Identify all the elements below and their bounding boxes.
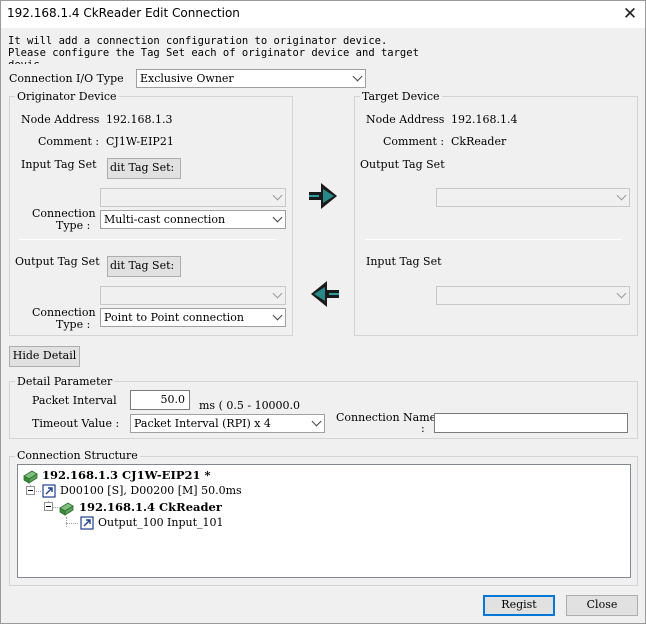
target-output-tag-select[interactable] bbox=[436, 188, 630, 207]
originator-node-address-label: Node Address bbox=[21, 113, 100, 126]
detail-parameter-title: Detail Parameter bbox=[15, 375, 115, 388]
originator-input-tag-select[interactable] bbox=[100, 188, 286, 207]
connection-io-type-select[interactable]: Exclusive Owner bbox=[136, 69, 366, 88]
target-comment-label: Comment : bbox=[383, 135, 445, 148]
originator-divider bbox=[19, 239, 276, 240]
chevron-down-icon bbox=[272, 310, 283, 321]
target-node-address: 192.168.1.4 bbox=[451, 113, 518, 126]
originator-comment: CJ1W-EIP21 bbox=[106, 135, 174, 148]
regist-button[interactable]: Regist bbox=[483, 595, 555, 616]
description-line-3: devic... bbox=[8, 59, 438, 64]
connection-tree[interactable]: 192.168.1.3 CJ1W-EIP21 * D00100 [S], D00… bbox=[17, 464, 631, 578]
output-connection-type-label-2: Type : bbox=[56, 318, 91, 331]
chevron-down-icon bbox=[272, 212, 283, 223]
target-input-tag-set-label: Input Tag Set bbox=[366, 255, 442, 268]
originator-comment-label: Comment : bbox=[38, 135, 100, 148]
originator-output-tag-set-label: Output Tag Set bbox=[15, 255, 100, 268]
target-device-title: Target Device bbox=[360, 90, 442, 103]
originator-input-tag-set-label: Input Tag Set bbox=[21, 158, 97, 171]
timeout-value-select[interactable]: Packet Interval (RPI) x 4 bbox=[130, 414, 325, 433]
chevron-down-icon bbox=[352, 71, 363, 82]
collapse-icon[interactable] bbox=[26, 486, 35, 495]
edit-connection-dialog: 192.168.1.4 CkReader Edit Connection ✕ I… bbox=[0, 0, 646, 624]
originator-node-address: 192.168.1.3 bbox=[106, 113, 173, 126]
connection-structure-title: Connection Structure bbox=[15, 449, 140, 462]
connection-name-input[interactable] bbox=[434, 413, 628, 433]
output-edit-tag-set-button[interactable]: dit Tag Set: bbox=[107, 256, 181, 277]
tree-root-device[interactable]: 192.168.1.3 CJ1W-EIP21 * bbox=[42, 467, 211, 483]
tree-tags[interactable]: Output_100 Input_101 bbox=[98, 515, 224, 531]
connection-name-colon: : bbox=[421, 422, 425, 435]
arrow-left-icon bbox=[311, 281, 339, 307]
target-divider bbox=[365, 239, 622, 240]
tree-target-device[interactable]: 192.168.1.4 CkReader bbox=[79, 499, 222, 515]
target-comment: CkReader bbox=[451, 135, 507, 148]
plc-device-icon bbox=[59, 502, 74, 516]
timeout-value-label: Timeout Value : bbox=[32, 417, 120, 430]
input-edit-tag-set-button[interactable]: dit Tag Set: bbox=[107, 158, 181, 179]
connection-io-type-value: Exclusive Owner bbox=[140, 72, 234, 85]
connection-io-type-label: Connection I/O Type bbox=[9, 72, 124, 85]
target-output-tag-set-label: Output Tag Set bbox=[360, 158, 445, 171]
window-title: 192.168.1.4 CkReader Edit Connection bbox=[7, 6, 240, 20]
connection-icon bbox=[42, 484, 56, 498]
input-connection-type-value: Multi-cast connection bbox=[104, 213, 226, 226]
close-icon[interactable]: ✕ bbox=[617, 3, 643, 25]
timeout-value: Packet Interval (RPI) x 4 bbox=[134, 417, 271, 430]
arrow-right-icon bbox=[309, 183, 337, 209]
output-connection-type-value: Point to Point connection bbox=[104, 311, 245, 324]
title-bar: 192.168.1.4 CkReader Edit Connection ✕ bbox=[1, 1, 645, 28]
originator-device-title: Originator Device bbox=[15, 90, 119, 103]
packet-interval-input[interactable]: 50.0 bbox=[130, 390, 190, 410]
input-connection-type-select[interactable]: Multi-cast connection bbox=[100, 210, 286, 229]
tree-connection[interactable]: D00100 [S], D00200 [M] 50.0ms bbox=[60, 483, 242, 499]
originator-output-tag-select[interactable] bbox=[100, 286, 286, 305]
output-connection-type-select[interactable]: Point to Point connection bbox=[100, 308, 286, 327]
input-connection-type-label-2: Type : bbox=[56, 219, 91, 232]
chevron-down-icon bbox=[272, 190, 283, 201]
chevron-down-icon bbox=[311, 416, 322, 427]
chevron-down-icon bbox=[616, 190, 627, 201]
plc-device-icon bbox=[23, 470, 38, 484]
collapse-icon[interactable] bbox=[44, 502, 53, 511]
connection-icon bbox=[80, 516, 94, 530]
chevron-down-icon bbox=[272, 288, 283, 299]
packet-interval-label: Packet Interval bbox=[32, 394, 117, 407]
close-button[interactable]: Close bbox=[566, 595, 638, 616]
target-node-address-label: Node Address bbox=[366, 113, 445, 126]
packet-interval-range: ms ( 0.5 - 10000.0 bbox=[199, 399, 301, 412]
chevron-down-icon bbox=[616, 288, 627, 299]
target-input-tag-select[interactable] bbox=[436, 286, 630, 305]
hide-detail-button[interactable]: Hide Detail bbox=[9, 346, 80, 367]
